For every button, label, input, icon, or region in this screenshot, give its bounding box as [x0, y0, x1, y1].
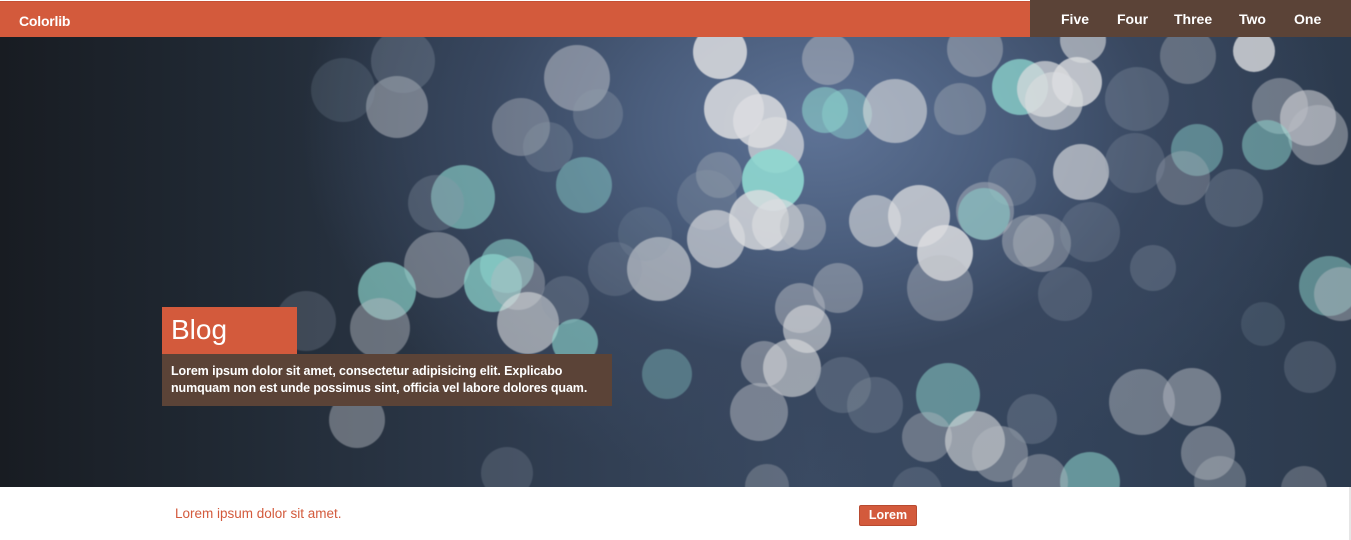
- brand-bar: Colorlib: [0, 1, 1030, 37]
- bokeh-circle: [693, 37, 747, 79]
- bokeh-circle: [745, 464, 789, 487]
- nav-item-one[interactable]: One: [1294, 11, 1321, 27]
- bokeh-circle: [907, 255, 973, 321]
- bokeh-circle: [1105, 133, 1165, 193]
- bokeh-background-image: [276, 37, 1351, 487]
- bokeh-circle: [730, 383, 788, 441]
- bokeh-circle: [618, 207, 672, 261]
- bokeh-circle: [1007, 394, 1057, 444]
- bokeh-circle: [1242, 120, 1292, 170]
- bokeh-circle: [1205, 169, 1263, 227]
- lorem-button[interactable]: Lorem: [859, 505, 917, 526]
- bokeh-circle: [687, 210, 745, 268]
- bokeh-circle: [541, 276, 589, 324]
- bokeh-circle: [408, 175, 464, 231]
- nav-item-two[interactable]: Two: [1239, 11, 1266, 27]
- bokeh-circle: [350, 298, 410, 358]
- bokeh-circle: [1053, 144, 1109, 200]
- bokeh-circle: [1130, 245, 1176, 291]
- bokeh-circle: [1038, 267, 1092, 321]
- bokeh-circle: [1060, 202, 1120, 262]
- bokeh-circle: [1241, 302, 1285, 346]
- nav-item-three[interactable]: Three: [1174, 11, 1212, 27]
- main-nav: Five Four Three Two One: [1030, 0, 1351, 37]
- bokeh-circle: [958, 188, 1010, 240]
- bokeh-circle: [892, 467, 942, 487]
- nav-item-four[interactable]: Four: [1117, 11, 1148, 27]
- bokeh-circle: [1052, 57, 1102, 107]
- strip-text: Lorem ipsum dolor sit amet.: [175, 506, 342, 521]
- bokeh-circle: [311, 58, 375, 122]
- bokeh-circle: [902, 412, 952, 462]
- bokeh-circle: [1288, 105, 1348, 165]
- bokeh-circle: [947, 37, 1003, 77]
- bokeh-circle: [1281, 466, 1327, 487]
- bokeh-circle: [1105, 67, 1169, 131]
- top-header: Colorlib Five Four Three Two One: [0, 0, 1351, 37]
- bokeh-circle: [642, 349, 692, 399]
- bokeh-circle: [780, 204, 826, 250]
- bokeh-circle: [1284, 341, 1336, 393]
- bokeh-circle: [481, 447, 533, 487]
- hero-title-box: Blog: [162, 307, 297, 354]
- hero-description: Lorem ipsum dolor sit amet, consectetur …: [171, 364, 588, 395]
- brand-logo[interactable]: Colorlib: [19, 13, 70, 29]
- bokeh-circle: [556, 157, 612, 213]
- bokeh-circle: [1060, 452, 1120, 487]
- bokeh-circle: [1163, 368, 1221, 426]
- bokeh-circle: [934, 83, 986, 135]
- bokeh-circle: [863, 79, 927, 143]
- hero-banner: Blog Lorem ipsum dolor sit amet, consect…: [0, 37, 1351, 487]
- bokeh-circle: [802, 37, 854, 85]
- hero-title: Blog: [171, 314, 228, 345]
- bokeh-circle: [1160, 37, 1216, 84]
- nav-item-five[interactable]: Five: [1061, 11, 1089, 27]
- bokeh-circle: [1233, 37, 1275, 72]
- bokeh-circle: [573, 89, 623, 139]
- hero-description-box: Lorem ipsum dolor sit amet, consectetur …: [162, 354, 612, 406]
- bokeh-circle: [847, 377, 903, 433]
